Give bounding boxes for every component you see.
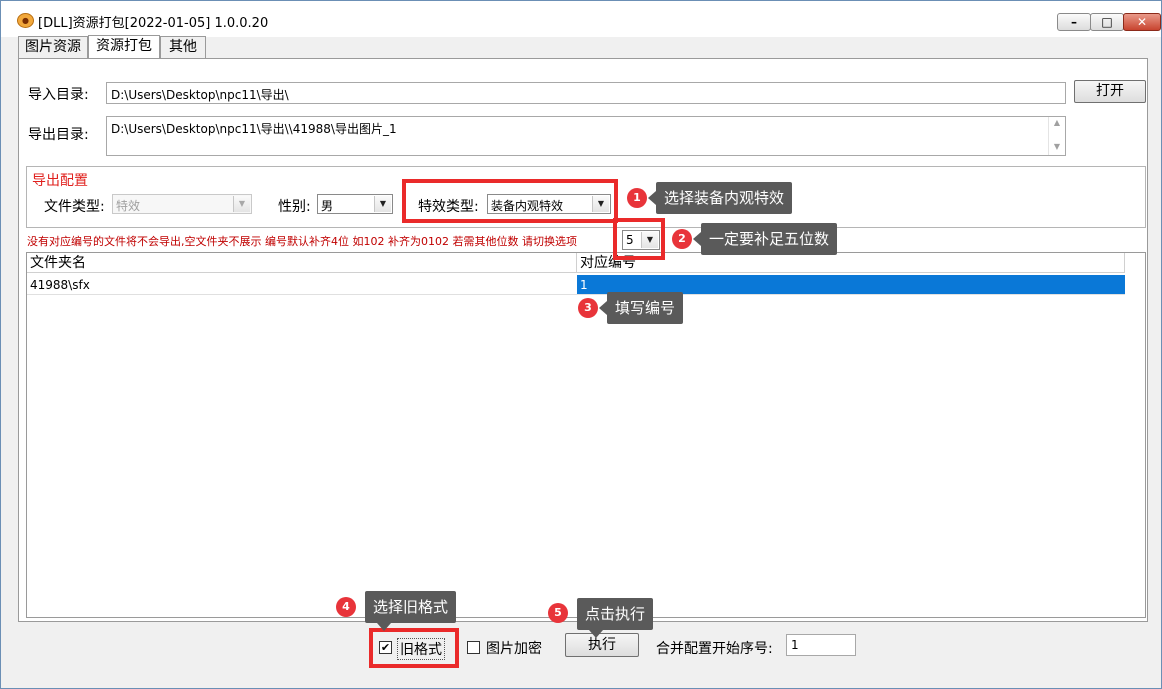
folder-cell[interactable]: 41988\sfx xyxy=(27,275,577,295)
window-title: [DLL]资源打包[2022-01-05] 1.0.0.20 xyxy=(38,16,269,31)
open-button[interactable]: 打开 xyxy=(1074,80,1146,103)
gender-value: 男 xyxy=(321,199,334,213)
highlight-effect-type xyxy=(402,179,618,223)
annotation-badge-1: 1 xyxy=(627,188,647,208)
annotation-badge-4: 4 xyxy=(336,597,356,617)
close-icon: ✕ xyxy=(1136,15,1148,29)
file-type-label: 文件类型: xyxy=(44,199,105,215)
highlight-old-format xyxy=(369,628,459,668)
title-bar: ● [DLL]资源打包[2022-01-05] 1.0.0.20 – □ ✕ xyxy=(1,1,1161,37)
export-config-title: 导出配置 xyxy=(32,173,88,189)
export-dir-label: 导出目录: xyxy=(28,127,89,143)
annotation-badge-5: 5 xyxy=(548,603,568,623)
import-dir-input[interactable]: D:\Users\Desktop\npc11\导出\ xyxy=(106,82,1066,104)
column-header-folder[interactable]: 文件夹名 xyxy=(27,253,577,273)
tab-resource-pack[interactable]: 资源打包 xyxy=(88,35,160,59)
export-dir-scrollbar[interactable]: ▲ ▼ xyxy=(1048,117,1065,155)
annotation-tip-1: 选择装备内观特效 xyxy=(647,182,793,214)
import-dir-label: 导入目录: xyxy=(28,87,89,103)
encrypt-label[interactable]: 图片加密 xyxy=(486,638,542,658)
encrypt-checkbox[interactable] xyxy=(467,641,480,654)
annotation-tip-5: 点击执行 xyxy=(577,598,654,638)
chevron-down-icon: ▼ xyxy=(233,196,250,212)
annotation-tip-4: 选择旧格式 xyxy=(365,591,457,631)
highlight-digits xyxy=(613,218,665,260)
annotation-tip-2: 一定要补足五位数 xyxy=(692,223,838,255)
chevron-down-icon: ▼ xyxy=(374,196,391,212)
close-button[interactable]: ✕ xyxy=(1123,13,1161,31)
scroll-up-icon[interactable]: ▲ xyxy=(1049,117,1065,129)
scroll-down-icon[interactable]: ▼ xyxy=(1049,141,1065,153)
export-dir-value: D:\Users\Desktop\npc11\导出\\41988\导出图片_1 xyxy=(111,122,397,136)
numbering-hint: 没有对应编号的文件将不会导出,空文件夹不展示 编号默认补齐4位 如102 补齐为… xyxy=(27,235,577,248)
merge-start-input[interactable]: 1 xyxy=(786,634,856,656)
gender-label: 性别: xyxy=(278,199,311,215)
annotation-tip-3: 填写编号 xyxy=(598,292,684,324)
app-logo-icon: ● xyxy=(17,13,34,28)
file-type-select[interactable]: 特效 ▼ xyxy=(112,194,252,214)
tab-other[interactable]: 其他 xyxy=(160,36,206,58)
maximize-icon: □ xyxy=(1101,15,1113,29)
minimize-icon: – xyxy=(1071,15,1077,29)
minimize-button[interactable]: – xyxy=(1057,13,1091,31)
merge-start-label: 合并配置开始序号: xyxy=(656,641,773,657)
export-dir-input[interactable]: D:\Users\Desktop\npc11\导出\\41988\导出图片_1 … xyxy=(106,116,1066,156)
annotation-badge-3: 3 xyxy=(578,298,598,318)
file-type-value: 特效 xyxy=(116,199,141,213)
gender-select[interactable]: 男 ▼ xyxy=(317,194,393,214)
annotation-badge-2: 2 xyxy=(672,229,692,249)
tab-image-resources[interactable]: 图片资源 xyxy=(18,36,88,58)
maximize-button[interactable]: □ xyxy=(1090,13,1124,31)
